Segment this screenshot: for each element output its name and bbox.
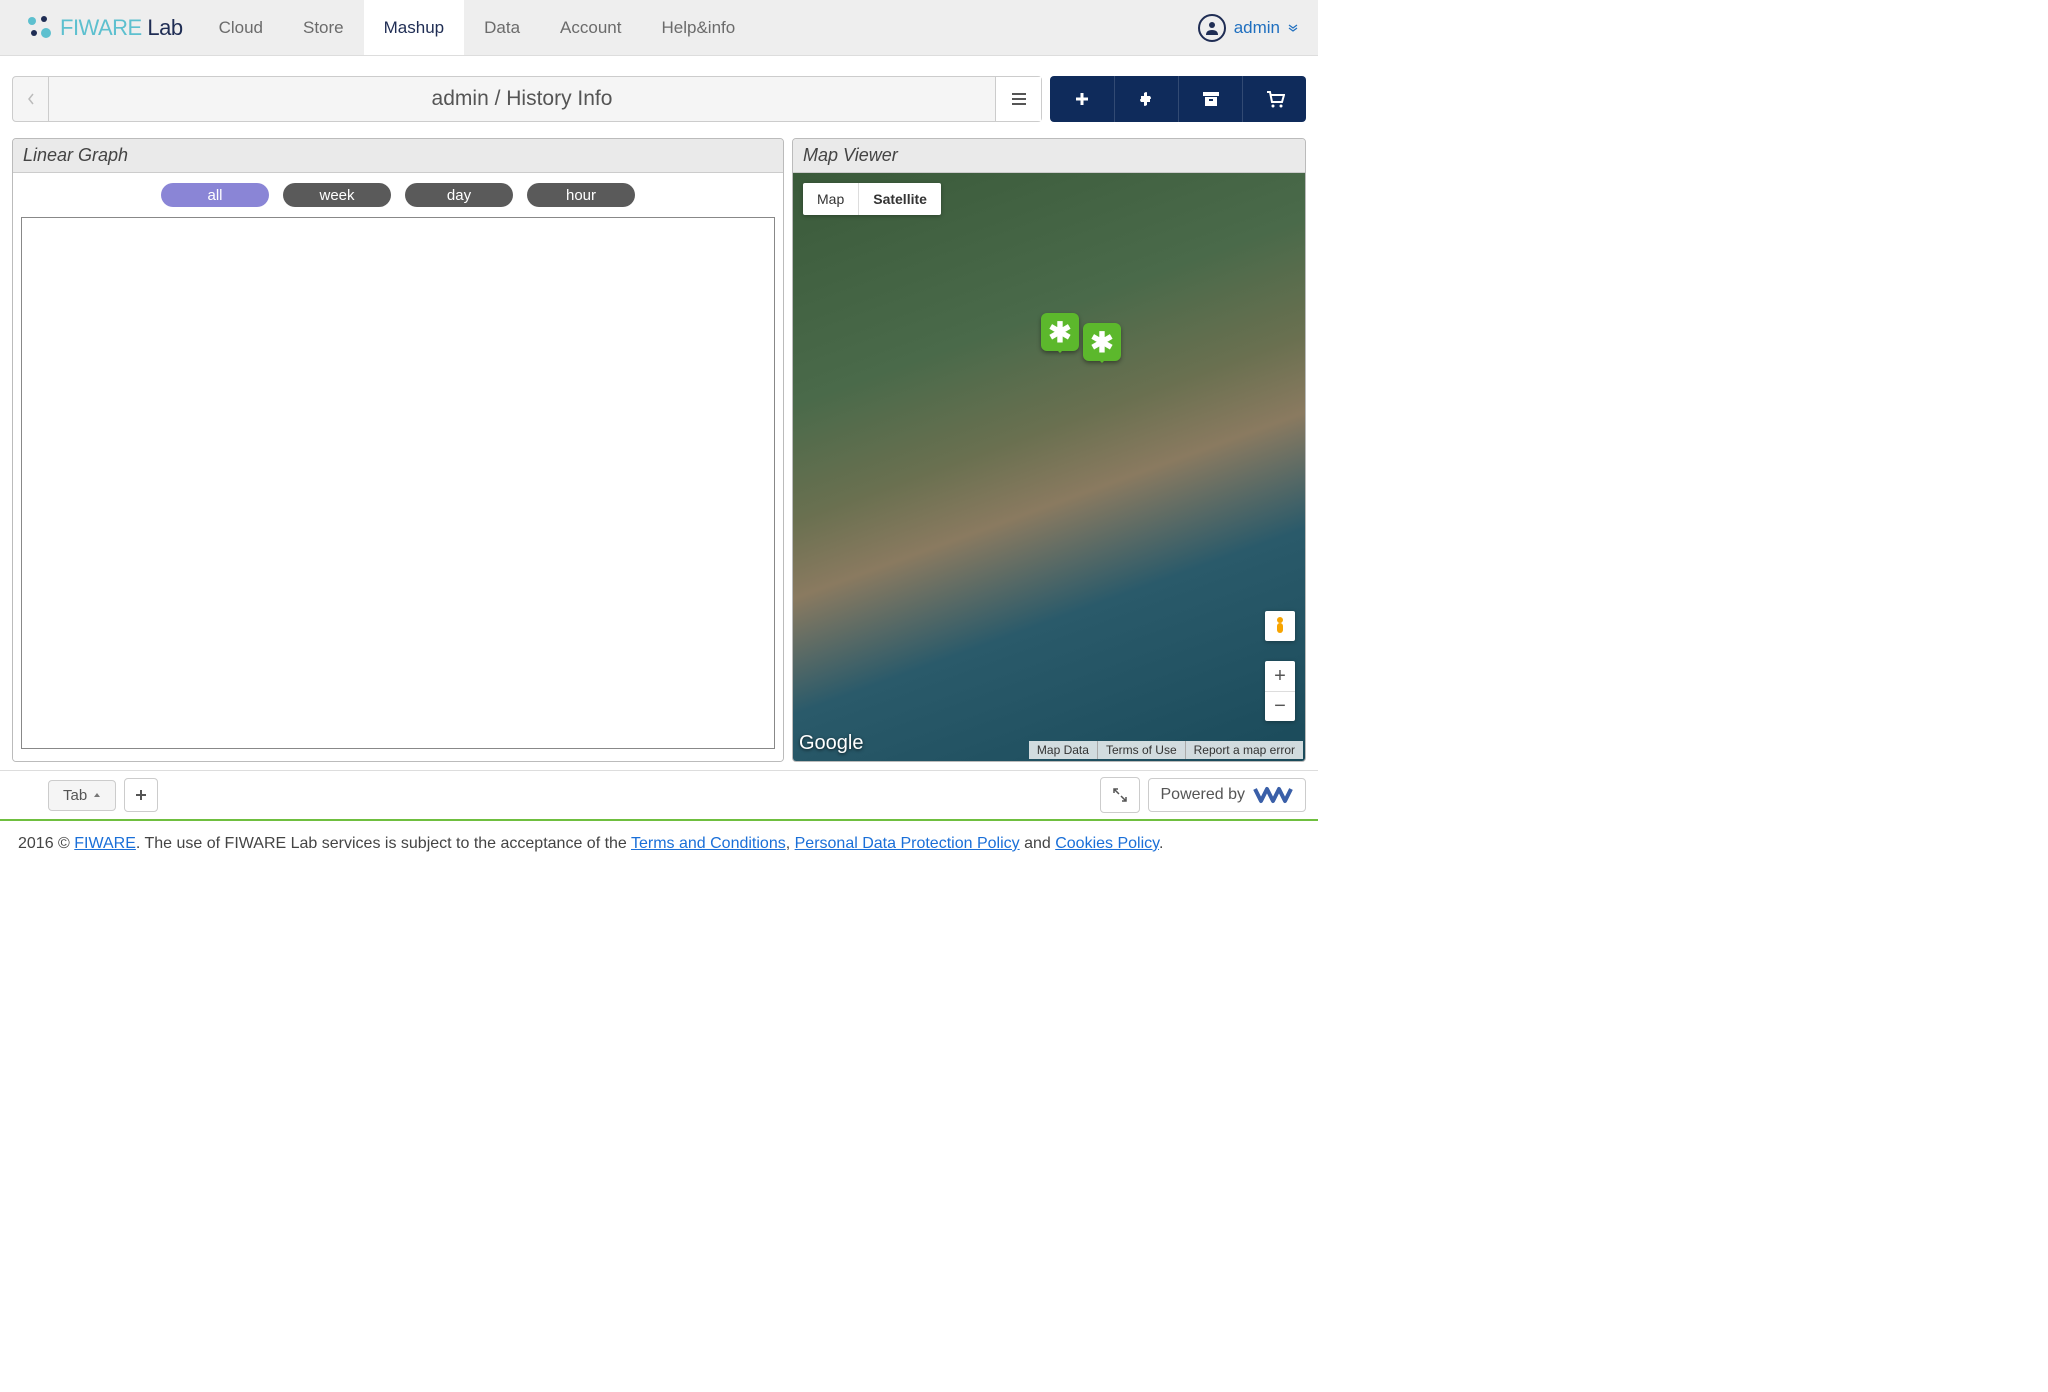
filter-all[interactable]: all [161,183,269,207]
map-link-report[interactable]: Report a map error [1185,741,1303,759]
breadcrumb-bar: admin / History Info [12,76,1042,122]
footer-link-cookies[interactable]: Cookies Policy [1055,835,1159,852]
zoom-in-button[interactable]: + [1265,661,1295,691]
nav-data[interactable]: Data [464,0,540,55]
linear-graph-panel: Linear Graph all week day hour [12,138,784,762]
map-footer-links: Map Data Terms of Use Report a map error [1029,741,1303,759]
logo-icon [24,13,54,43]
workspace-panels: Linear Graph all week day hour Map Viewe… [0,130,1318,770]
footer-link-fiware[interactable]: FIWARE [74,835,136,852]
map-viewer-panel: Map Viewer Map Satellite ✱ ✱ + − Google … [792,138,1306,762]
breadcrumb-menu-button[interactable] [995,77,1041,121]
time-filter-group: all week day hour [13,173,783,217]
nav-mashup[interactable]: Mashup [364,0,464,55]
zoom-control: + − [1265,661,1295,721]
map-type-map[interactable]: Map [803,183,858,215]
graph-canvas[interactable] [21,217,775,749]
expand-icon [1112,787,1128,803]
zoom-out-button[interactable]: − [1265,691,1295,721]
map-provider-badge: Google [799,732,864,755]
top-navigation: FIWARE Lab Cloud Store Mashup Data Accou… [0,0,1318,56]
hamburger-icon [1011,92,1027,106]
user-menu[interactable]: admin [1178,0,1318,55]
streetview-pegman[interactable] [1265,611,1295,641]
footer-link-terms[interactable]: Terms and Conditions [631,835,786,852]
nav-cloud[interactable]: Cloud [199,0,283,55]
user-name: admin [1234,18,1280,38]
brand-logo[interactable]: FIWARE Lab [0,0,199,55]
map-type-control: Map Satellite [803,183,941,215]
panel-title: Linear Graph [13,139,783,173]
fullscreen-button[interactable] [1100,777,1140,813]
caret-up-icon [93,792,101,798]
powered-by-box[interactable]: Powered by [1148,778,1307,812]
user-icon [1198,14,1226,42]
action-bar [1050,76,1306,122]
nav-helpinfo[interactable]: Help&info [641,0,755,55]
filter-week[interactable]: week [283,183,391,207]
map-marker[interactable]: ✱ [1083,323,1121,361]
map-link-data[interactable]: Map Data [1029,741,1097,759]
plus-icon [135,789,147,801]
breadcrumb-back-button[interactable] [13,77,49,121]
archive-icon [1202,91,1220,107]
puzzle-icon [1138,90,1156,108]
toolbar: admin / History Info [0,56,1318,130]
nav-account[interactable]: Account [540,0,641,55]
page-footer: 2016 © FIWARE. The use of FIWARE Lab ser… [0,819,1318,867]
graph-body: all week day hour [13,173,783,761]
tab-button[interactable]: Tab [48,780,116,811]
plus-icon [1074,91,1090,107]
breadcrumb-title: admin / History Info [49,77,995,121]
cart-icon [1265,90,1285,108]
footer-link-privacy[interactable]: Personal Data Protection Policy [795,835,1020,852]
add-tab-button[interactable] [124,778,158,812]
map-canvas[interactable]: Map Satellite ✱ ✱ + − Google Map Data Te… [793,173,1305,761]
chevron-down-icon [1288,18,1298,38]
filter-hour[interactable]: hour [527,183,635,207]
wirecloud-logo-icon [1253,785,1293,805]
map-link-terms[interactable]: Terms of Use [1097,741,1185,759]
pegman-icon [1273,616,1287,636]
archive-button[interactable] [1178,76,1242,122]
add-button[interactable] [1050,76,1114,122]
components-button[interactable] [1114,76,1178,122]
brand-text: FIWARE Lab [60,15,183,41]
map-marker[interactable]: ✱ [1041,313,1079,351]
filter-day[interactable]: day [405,183,513,207]
cart-button[interactable] [1242,76,1306,122]
bottom-bar: Tab Powered by [0,770,1318,819]
nav-store[interactable]: Store [283,0,364,55]
panel-title: Map Viewer [793,139,1305,173]
map-type-satellite[interactable]: Satellite [858,183,941,215]
